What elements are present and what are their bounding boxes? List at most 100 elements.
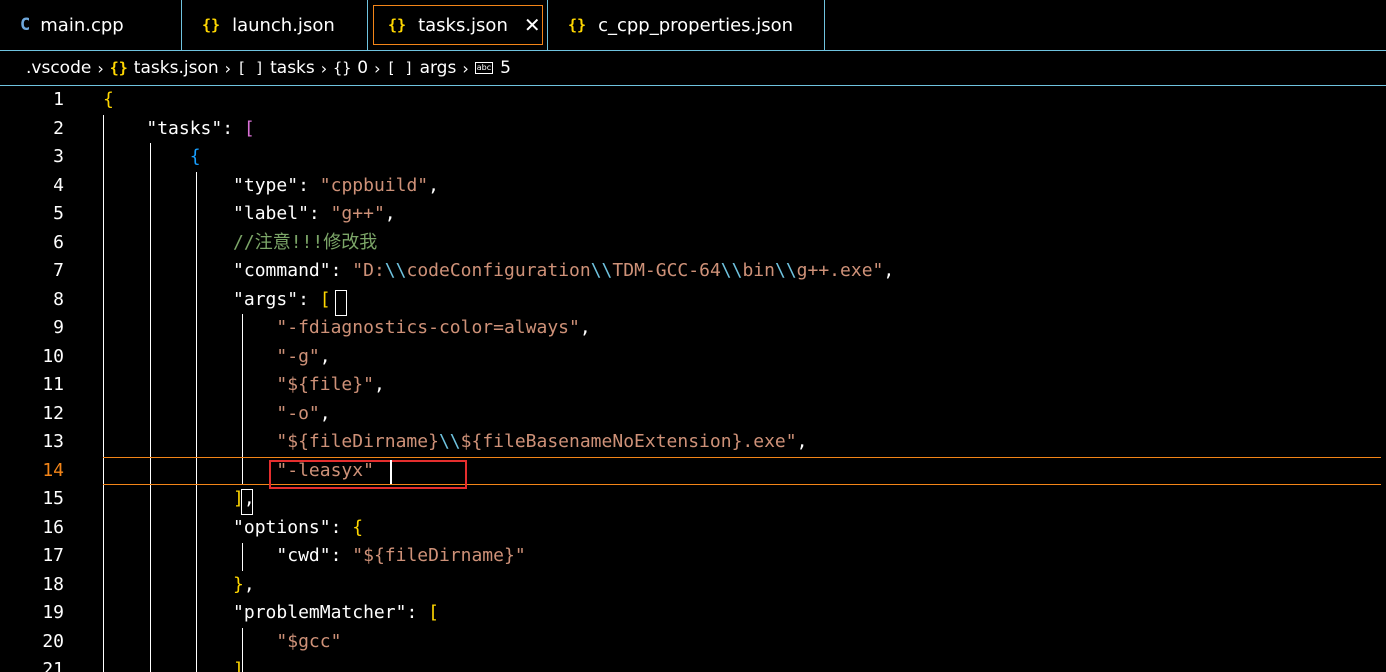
code-text: ],: [103, 656, 255, 672]
string-token: "$gcc": [276, 630, 342, 652]
code-line[interactable]: 12 "-o",: [0, 400, 1386, 429]
line-number: 12: [42, 402, 64, 424]
code-text: {: [103, 86, 114, 115]
chevron-right-icon: ›: [320, 58, 328, 78]
punctuation-token: [103, 517, 233, 538]
tab-label: main.cpp: [40, 14, 124, 36]
code-line[interactable]: 8 "args": [: [0, 286, 1386, 315]
string-token: "${fileDirname}: [276, 431, 439, 452]
tab-label: tasks.json: [418, 14, 508, 36]
code-text: "-g",: [103, 343, 331, 372]
breadcrumb-file[interactable]: {} tasks.json: [110, 58, 219, 78]
punctuation-token: [103, 631, 276, 652]
string-token: bin: [742, 260, 775, 281]
code-line[interactable]: 10 "-g",: [0, 343, 1386, 372]
tab-tasks-json[interactable]: {} tasks.json ✕: [368, 0, 548, 50]
tab-main-cpp[interactable]: C main.cpp: [0, 0, 182, 50]
bracket-token: [: [428, 602, 439, 623]
escape-token: \\: [384, 260, 407, 281]
punctuation-token: [103, 260, 233, 281]
tab-c-cpp-properties-json[interactable]: {} c_cpp_properties.json: [548, 0, 825, 50]
punctuation-token: [103, 545, 276, 566]
bracket-token: ]: [233, 659, 244, 672]
punctuation-token: :: [406, 602, 429, 623]
line-number: 10: [42, 345, 64, 367]
code-line[interactable]: 7 "command": "D:\\codeConfiguration\\TDM…: [0, 257, 1386, 286]
property-key: "options": [233, 516, 331, 538]
code-text: "${fileDirname}\\${fileBasenameNoExtensi…: [103, 428, 807, 457]
punctuation-token: [103, 403, 276, 424]
chevron-right-icon: ›: [97, 58, 104, 78]
code-text: "${file}",: [103, 371, 385, 400]
code-text: "problemMatcher": [: [103, 599, 439, 628]
string-token: g++.exe": [796, 260, 884, 281]
code-text: "$gcc": [103, 628, 341, 657]
close-icon[interactable]: ✕: [524, 13, 541, 37]
code-text: "tasks": [: [103, 115, 254, 144]
line-number: 21: [42, 659, 64, 672]
breadcrumb-tasks[interactable]: [ ] tasks: [237, 58, 315, 78]
bracket-match-highlight: [335, 290, 347, 316]
json-file-icon: {}: [388, 16, 407, 34]
punctuation-token: ,: [243, 573, 255, 595]
line-number: 15: [42, 488, 64, 509]
punctuation-token: :: [330, 260, 353, 281]
code-line[interactable]: 17 "cwd": "${fileDirname}": [0, 542, 1386, 571]
annotation-highlight-box: [269, 460, 467, 489]
breadcrumb-args-label: args: [419, 58, 457, 78]
punctuation-token: :: [330, 545, 353, 566]
punctuation-token: [103, 289, 233, 310]
line-number: 4: [53, 174, 64, 196]
string-token: codeConfiguration: [406, 260, 591, 281]
punctuation-token: :: [330, 516, 353, 538]
bracket-token: {: [352, 516, 364, 538]
code-text: //注意!!!修改我: [103, 229, 377, 258]
code-line[interactable]: 20 "$gcc": [0, 628, 1386, 657]
punctuation-token: ,: [319, 345, 331, 367]
breadcrumb-object[interactable]: {} 0: [333, 58, 368, 78]
escape-token: \\: [774, 260, 797, 281]
code-line[interactable]: 3 {: [0, 143, 1386, 172]
breadcrumb-folder[interactable]: .vscode: [26, 58, 91, 78]
punctuation-token: ,: [373, 374, 385, 395]
code-line[interactable]: 16 "options": {: [0, 514, 1386, 543]
punctuation-token: [103, 232, 233, 253]
code-line[interactable]: 5 "label": "g++",: [0, 200, 1386, 229]
bracket-token: {: [189, 146, 201, 167]
line-number: 3: [53, 146, 64, 167]
property-key: "command": [233, 260, 331, 281]
breadcrumb-args[interactable]: [ ] args: [386, 58, 456, 78]
bracket-token: }: [233, 573, 244, 595]
code-text: {: [103, 143, 201, 172]
code-line[interactable]: 18 },: [0, 571, 1386, 600]
code-line[interactable]: 15 ],: [0, 485, 1386, 514]
punctuation-token: [103, 203, 233, 224]
punctuation-token: ,: [319, 402, 331, 424]
code-text: "args": [: [103, 286, 331, 315]
code-text: "command": "D:\\codeConfiguration\\TDM-G…: [103, 257, 894, 286]
punctuation-token: [103, 317, 276, 338]
tab-launch-json[interactable]: {} launch.json: [182, 0, 368, 50]
code-line[interactable]: 19 "problemMatcher": [: [0, 599, 1386, 628]
code-editor[interactable]: 1{2 "tasks": [3 {4 "type": "cppbuild", 5 …: [0, 86, 1386, 672]
tab-label: c_cpp_properties.json: [598, 14, 794, 36]
editor-tab-bar: C main.cpp {} launch.json {} tasks.json …: [0, 0, 1386, 51]
line-number: 9: [53, 317, 64, 338]
code-line[interactable]: 1{: [0, 86, 1386, 115]
breadcrumb-tasks-label: tasks: [270, 58, 315, 78]
code-line[interactable]: 2 "tasks": [: [0, 115, 1386, 144]
breadcrumb-string[interactable]: abc 5: [474, 58, 511, 78]
property-key: "tasks": [146, 117, 223, 139]
chevron-right-icon: ›: [224, 58, 232, 78]
code-line[interactable]: 13 "${fileDirname}\\${fileBasenameNoExte…: [0, 428, 1386, 457]
code-line[interactable]: 11 "${file}",: [0, 371, 1386, 400]
code-line[interactable]: 21 ],: [0, 656, 1386, 672]
code-line[interactable]: 6 //注意!!!修改我: [0, 229, 1386, 258]
breadcrumb-folder-label: .vscode: [26, 58, 92, 78]
line-number: 17: [42, 545, 64, 566]
string-token: "g++": [330, 203, 385, 224]
code-line[interactable]: 4 "type": "cppbuild",: [0, 172, 1386, 201]
code-line[interactable]: 9 "-fdiagnostics-color=always",: [0, 314, 1386, 343]
code-text: "type": "cppbuild",: [103, 172, 439, 201]
code-text: "label": "g++",: [103, 200, 396, 229]
